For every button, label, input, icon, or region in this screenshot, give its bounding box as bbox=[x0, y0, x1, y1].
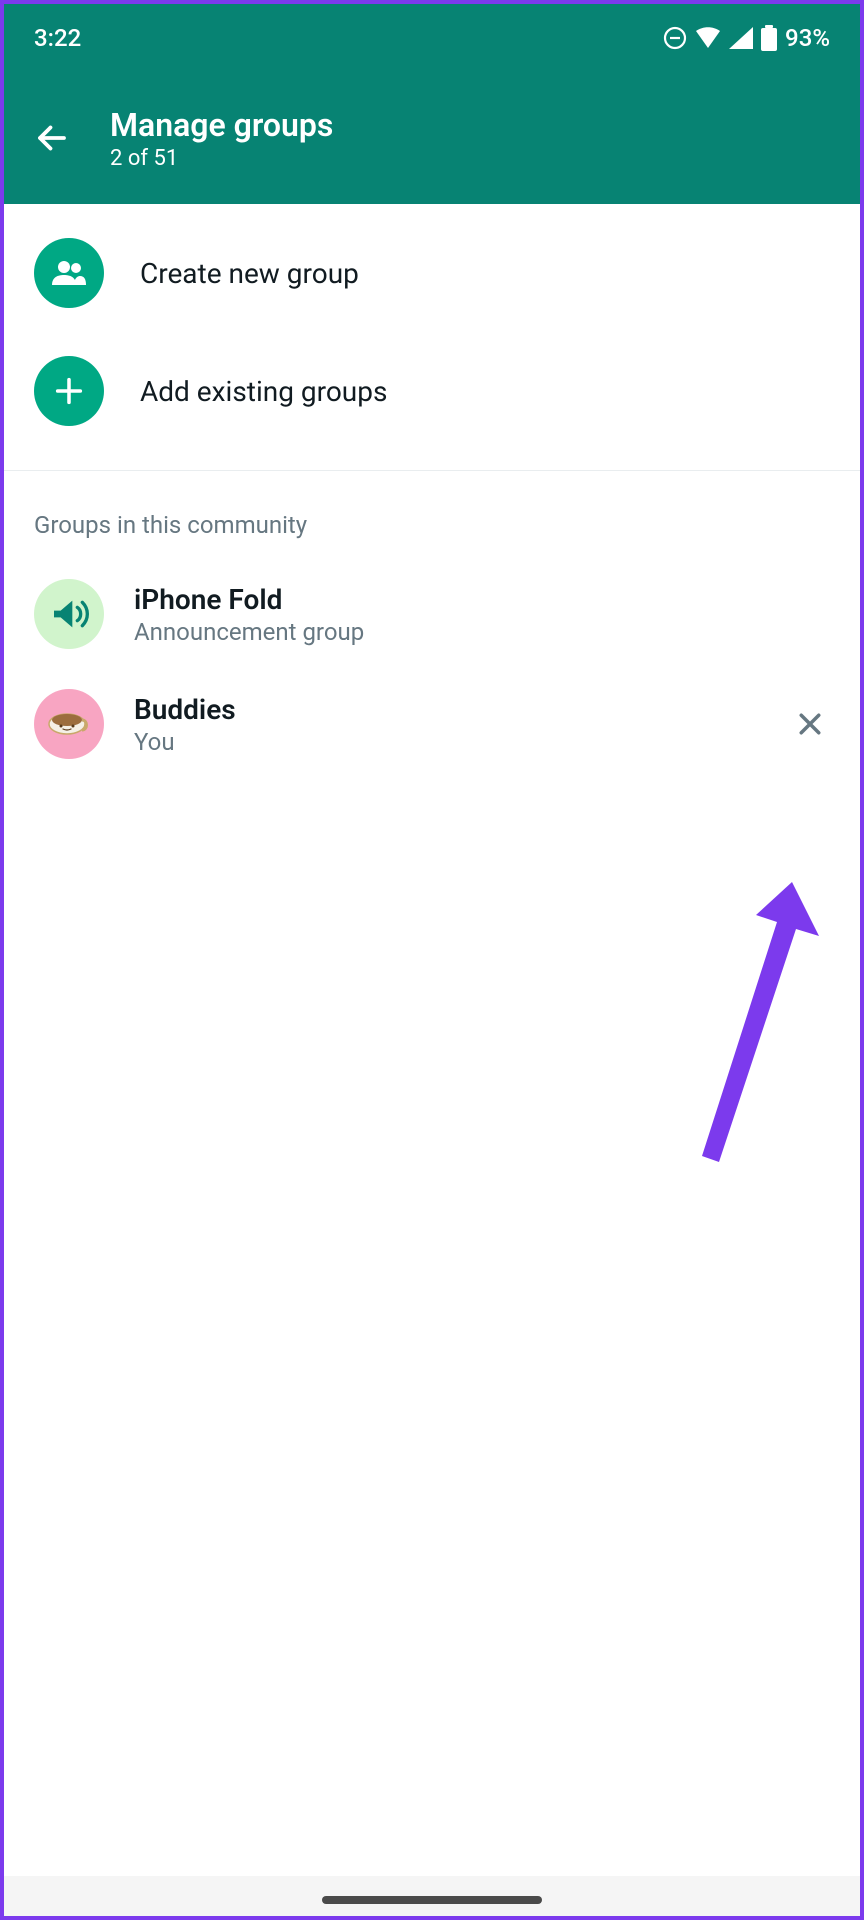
section-header: Groups in this community bbox=[4, 471, 860, 559]
group-item-announcement[interactable]: iPhone Fold Announcement group bbox=[4, 559, 860, 669]
status-right: 93% bbox=[663, 24, 830, 52]
group-subtitle: Announcement group bbox=[134, 618, 830, 646]
page-subtitle: 2 of 51 bbox=[110, 146, 333, 171]
group-item-buddies[interactable]: Buddies You bbox=[4, 669, 860, 779]
status-time: 3:22 bbox=[34, 24, 81, 52]
signal-icon bbox=[729, 27, 753, 49]
annotation-arrow bbox=[674, 874, 834, 1178]
add-existing-label: Add existing groups bbox=[140, 375, 387, 408]
add-existing-button[interactable]: Add existing groups bbox=[4, 332, 860, 450]
remove-group-button[interactable] bbox=[790, 704, 830, 744]
group-name: Buddies bbox=[134, 693, 760, 726]
announcement-icon bbox=[34, 579, 104, 649]
people-icon bbox=[34, 238, 104, 308]
create-group-label: Create new group bbox=[140, 257, 359, 290]
nav-bar-handle[interactable] bbox=[322, 1896, 542, 1904]
group-avatar bbox=[34, 689, 104, 759]
back-button[interactable] bbox=[34, 120, 70, 156]
battery-percent: 93% bbox=[785, 24, 830, 52]
battery-icon bbox=[761, 25, 777, 51]
group-info: Buddies You bbox=[134, 693, 760, 756]
plus-icon bbox=[34, 356, 104, 426]
app-bar-titles: Manage groups 2 of 51 bbox=[110, 106, 333, 171]
wifi-icon bbox=[695, 27, 721, 49]
do-not-disturb-icon bbox=[663, 26, 687, 50]
group-info: iPhone Fold Announcement group bbox=[134, 583, 830, 646]
page-title: Manage groups bbox=[110, 106, 333, 144]
group-name: iPhone Fold bbox=[134, 583, 830, 616]
create-group-button[interactable]: Create new group bbox=[4, 214, 860, 332]
group-subtitle: You bbox=[134, 728, 760, 756]
action-list: Create new group Add existing groups bbox=[4, 204, 860, 460]
app-bar: Manage groups 2 of 51 bbox=[4, 72, 860, 204]
status-bar: 3:22 93% bbox=[4, 4, 860, 72]
